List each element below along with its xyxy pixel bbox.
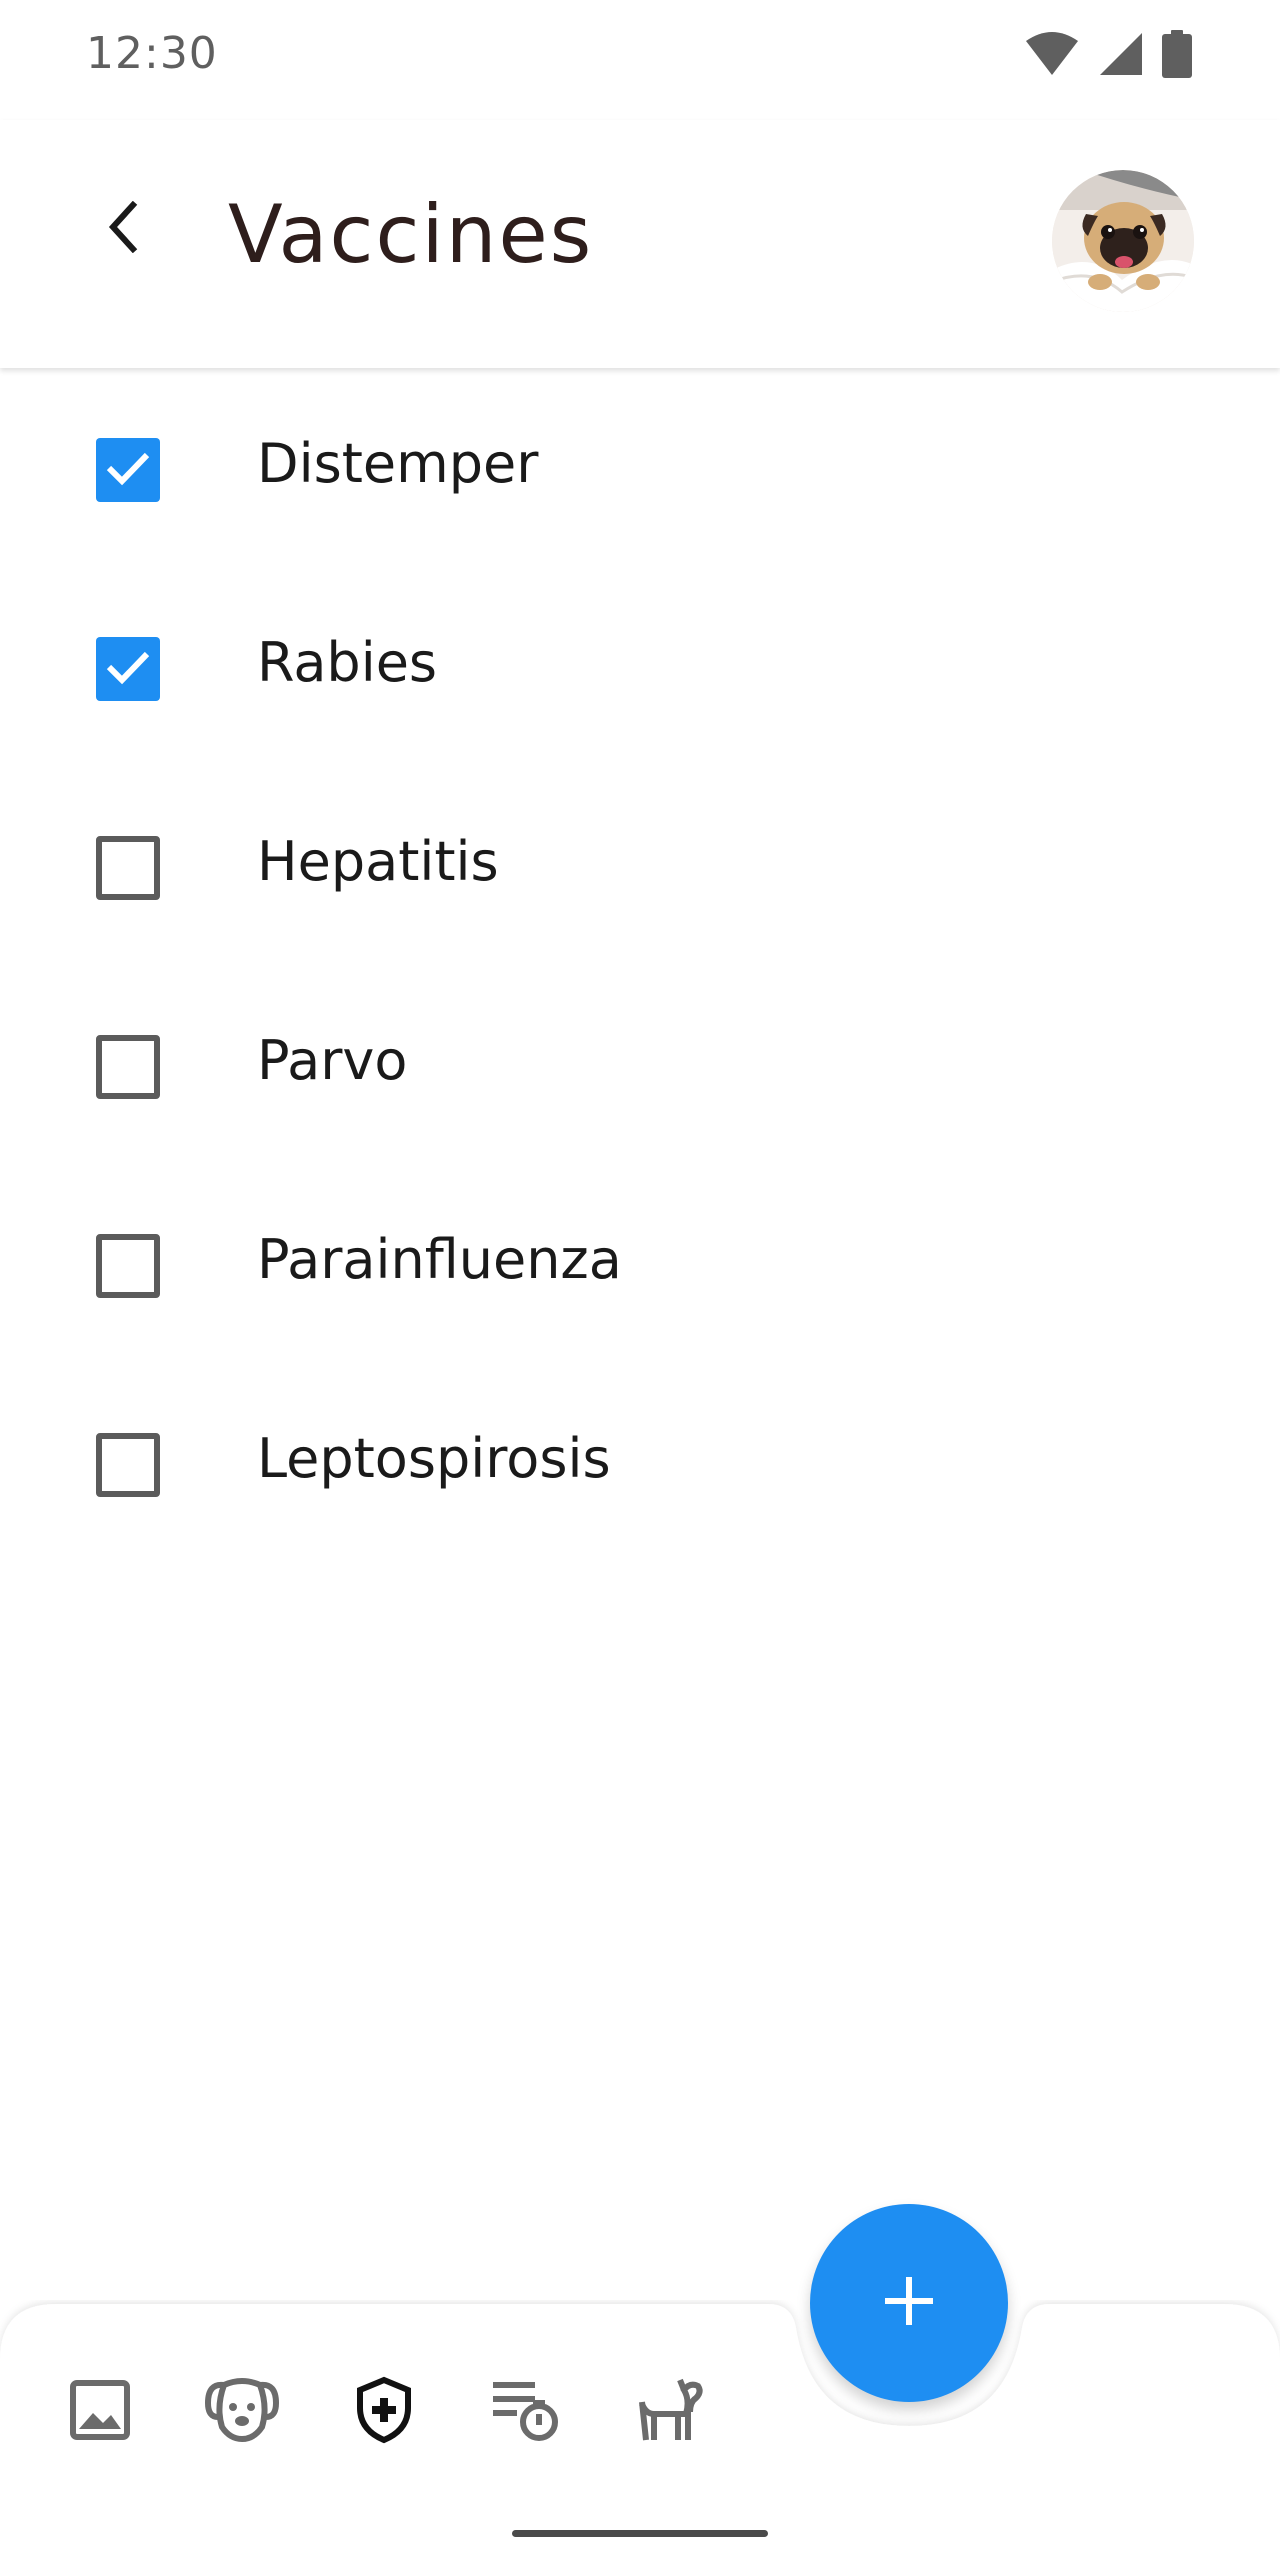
top-app-bar: Vaccines	[0, 120, 1280, 368]
nav-dog-walk[interactable]	[628, 2372, 708, 2452]
check-icon	[104, 448, 152, 492]
list-item-distemper[interactable]: Distemper	[0, 370, 1280, 569]
nav-vaccines[interactable]	[344, 2372, 424, 2452]
vaccine-label: Parvo	[257, 1029, 408, 1092]
back-button[interactable]	[78, 184, 168, 274]
list-item-leptospirosis[interactable]: Leptospirosis	[0, 1365, 1280, 1564]
checkbox-parvo[interactable]	[96, 1035, 160, 1099]
battery-icon	[1162, 30, 1192, 82]
list-item-hepatitis[interactable]: Hepatitis	[0, 768, 1280, 967]
page-title: Vaccines	[228, 188, 594, 281]
avatar[interactable]	[1052, 170, 1194, 312]
list-item-parainfluenza[interactable]: Parainfluenza	[0, 1166, 1280, 1365]
vaccine-label: Leptospirosis	[257, 1427, 611, 1490]
checkbox-hepatitis[interactable]	[96, 836, 160, 900]
vaccine-shield-icon	[355, 2376, 413, 2448]
checkbox-parainfluenza[interactable]	[96, 1234, 160, 1298]
status-time: 12:30	[86, 28, 218, 79]
cellular-signal-icon	[1098, 31, 1144, 81]
bottom-app-bar	[0, 2300, 1280, 2560]
checkbox-leptospirosis[interactable]	[96, 1433, 160, 1497]
nav-dog-profile[interactable]	[202, 2372, 282, 2452]
checkbox-distemper[interactable]	[96, 438, 160, 502]
checkbox-rabies[interactable]	[96, 637, 160, 701]
nav-gallery[interactable]	[60, 2372, 140, 2452]
vaccine-list: Distemper Rabies Hepatitis Parvo Parainf…	[0, 370, 1280, 1564]
add-vaccine-button[interactable]	[810, 2204, 1008, 2402]
vaccines-screen: 12:30 Vaccines Distemper Rabies Hepatiti…	[0, 0, 1280, 2560]
home-indicator[interactable]	[512, 2530, 768, 2537]
list-item-parvo[interactable]: Parvo	[0, 967, 1280, 1166]
status-icons	[1024, 30, 1192, 82]
status-bar: 12:30	[0, 0, 1280, 120]
chevron-left-icon	[103, 200, 143, 257]
pug-avatar-image	[1052, 170, 1194, 312]
nav-schedule[interactable]	[486, 2372, 566, 2452]
vaccine-label: Hepatitis	[257, 830, 499, 893]
list-item-rabies[interactable]: Rabies	[0, 569, 1280, 768]
plus-icon	[881, 2273, 937, 2333]
vaccine-label: Distemper	[257, 432, 539, 495]
wifi-icon	[1024, 31, 1080, 81]
vaccine-label: Rabies	[257, 631, 438, 694]
schedule-timer-icon	[491, 2376, 561, 2448]
gallery-icon	[69, 2379, 131, 2445]
check-icon	[104, 647, 152, 691]
vaccine-label: Parainfluenza	[257, 1228, 622, 1291]
dog-face-icon	[204, 2377, 280, 2447]
dog-walk-icon	[632, 2376, 704, 2448]
